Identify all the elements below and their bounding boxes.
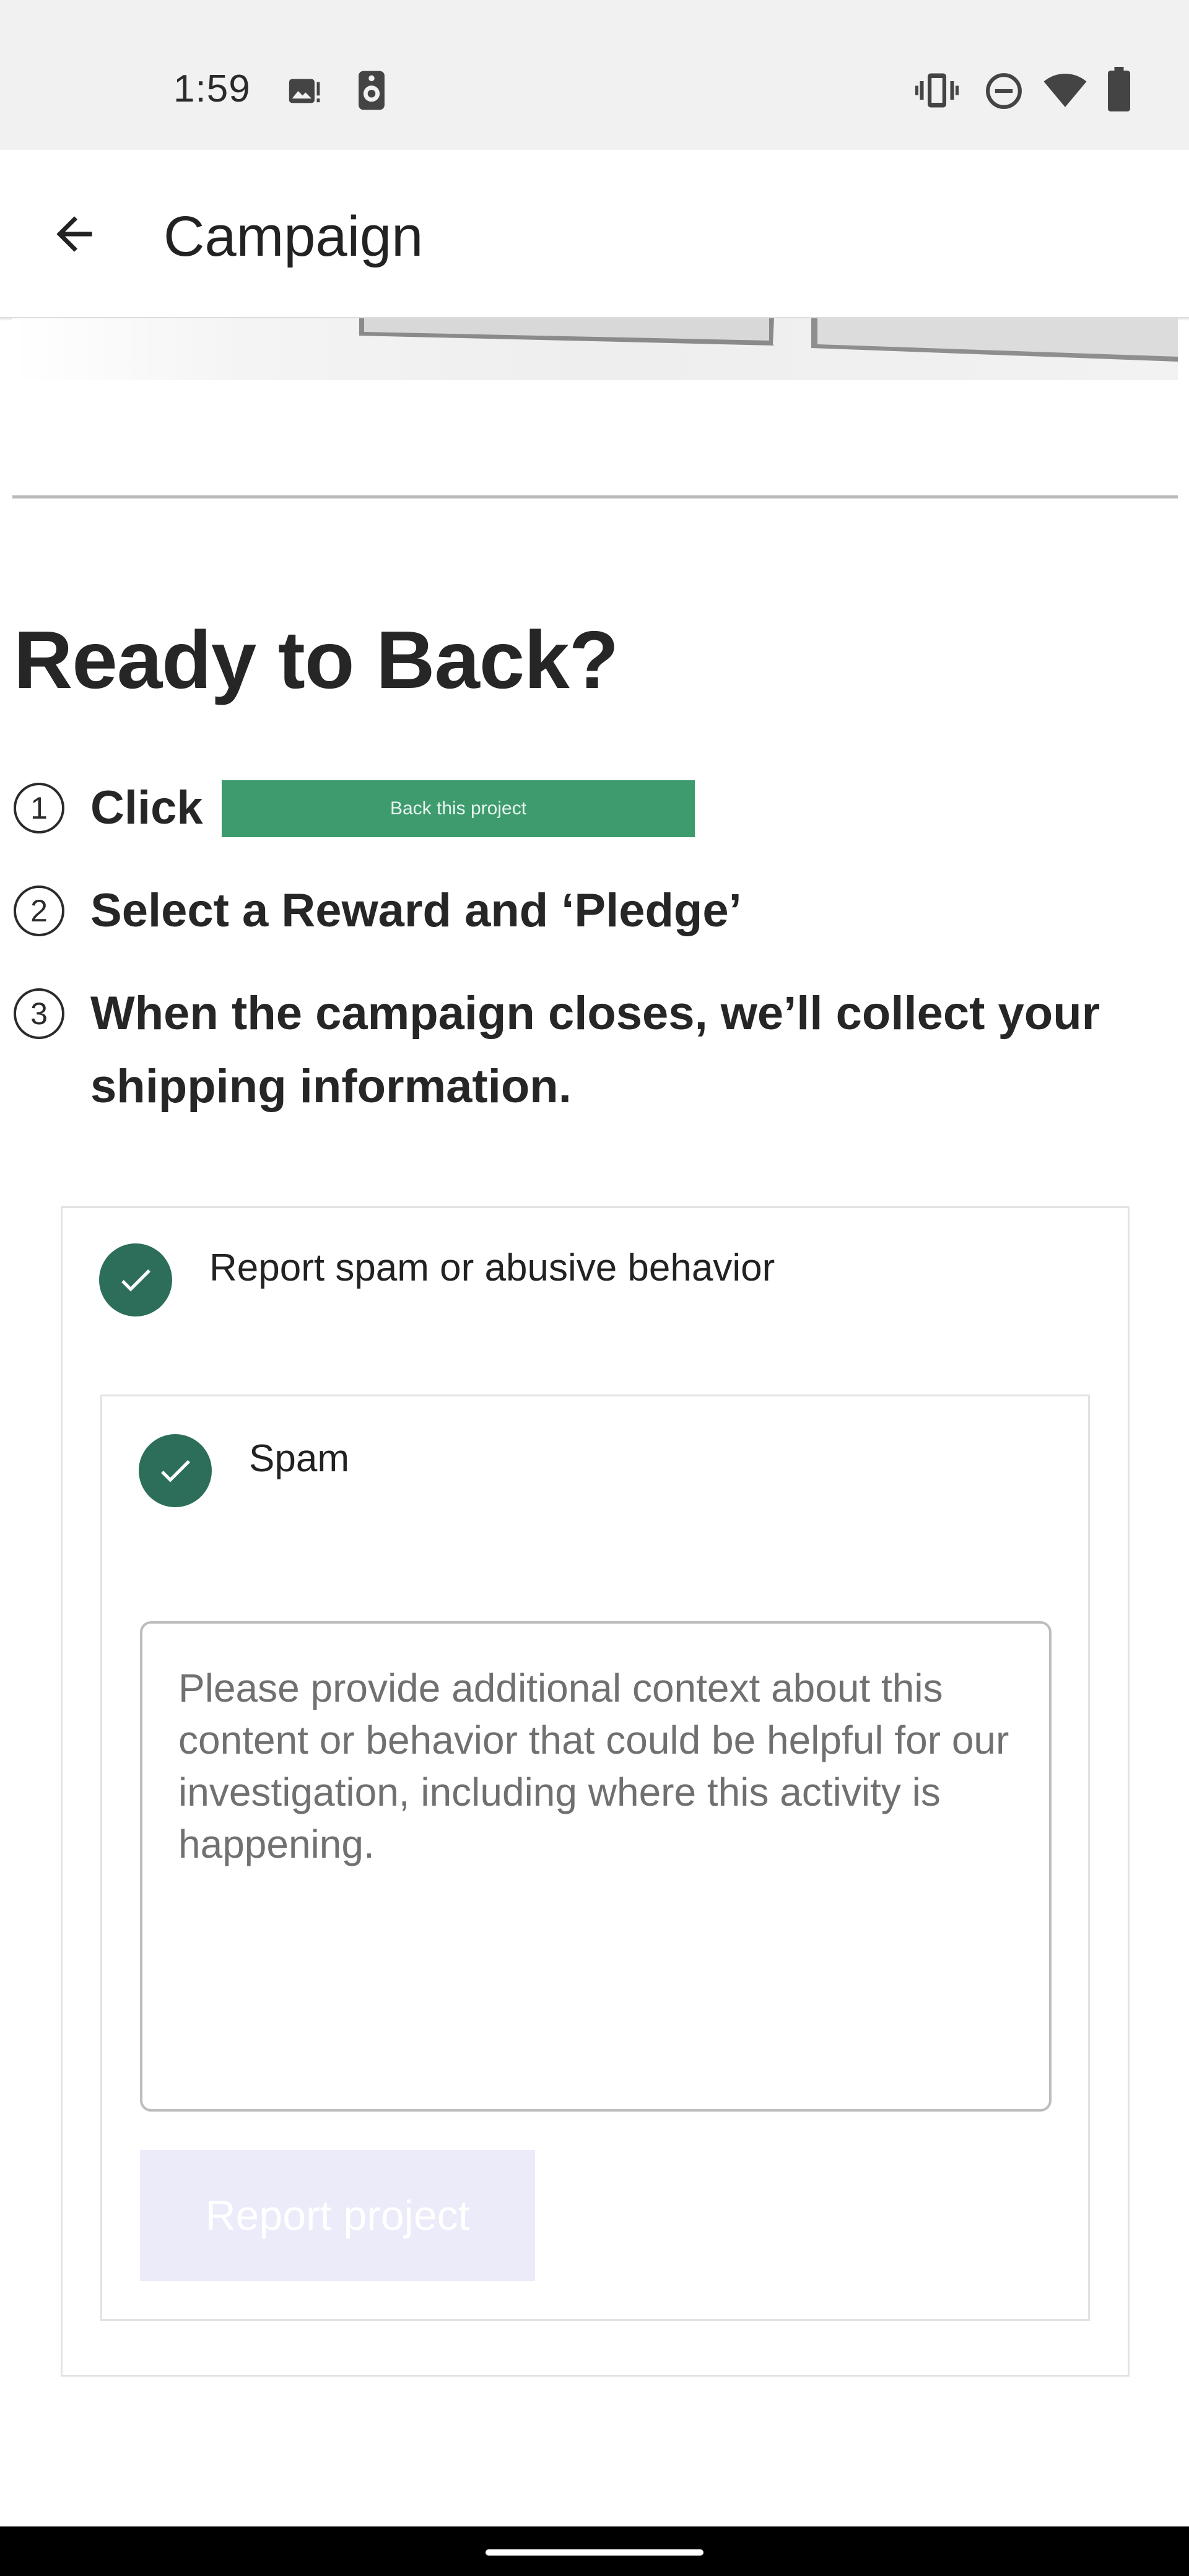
step-1-number: 1	[14, 783, 64, 833]
spam-option-label[interactable]: Spam	[249, 1437, 349, 1481]
arrow-back-icon	[56, 216, 92, 252]
step-1-text: Click	[90, 781, 203, 834]
check-icon	[121, 1269, 150, 1292]
report-project-button[interactable]: Report project	[140, 2150, 535, 2281]
back-this-project-image: Back this project	[222, 780, 695, 837]
page-title: Campaign	[163, 205, 424, 268]
step-3-text-line2: shipping information.	[90, 1060, 572, 1113]
ready-to-back-heading: Ready to Back?	[14, 614, 619, 705]
wifi-icon	[1043, 74, 1087, 107]
do-not-disturb-icon	[986, 73, 1022, 109]
step-3-text-line1: When the campaign closes, we’ll collect …	[90, 987, 1100, 1040]
status-time: 1:59	[173, 67, 251, 110]
campaign-image-graphic	[359, 318, 1178, 362]
spam-option-radio[interactable]	[139, 1434, 212, 1507]
report-option-label[interactable]: Report spam or abusive behavior	[209, 1246, 775, 1290]
home-gesture-handle[interactable]	[486, 2549, 703, 2556]
check-icon	[161, 1460, 190, 1482]
image-notification-icon	[289, 79, 320, 103]
additional-context-textarea[interactable]	[140, 1621, 1052, 2112]
section-divider	[12, 495, 1178, 498]
step-2-text: Select a Reward and ‘Pledge’	[90, 884, 742, 937]
back-button[interactable]	[37, 197, 111, 271]
report-option-radio[interactable]	[99, 1243, 172, 1316]
step-2-number: 2	[14, 886, 64, 936]
speaker-notification-icon	[359, 71, 385, 110]
campaign-image	[12, 318, 1178, 380]
battery-icon	[1108, 67, 1130, 111]
vibrate-icon	[915, 73, 959, 108]
step-3-number: 3	[14, 988, 64, 1039]
